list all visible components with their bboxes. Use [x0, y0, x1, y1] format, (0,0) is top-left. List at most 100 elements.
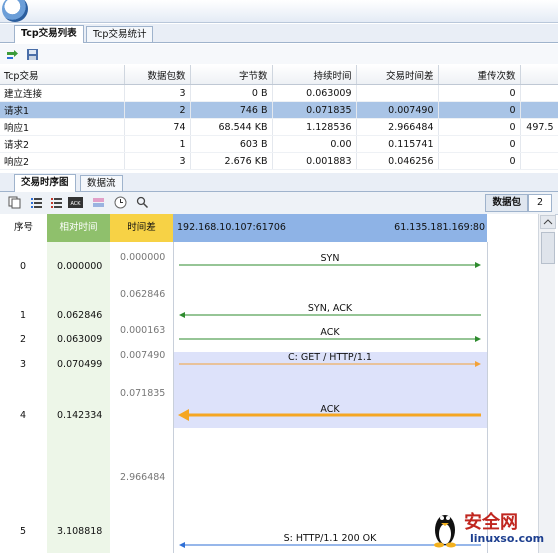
relative-time: 0.062846	[57, 310, 103, 321]
cell-transaction: 请求1	[0, 101, 125, 119]
syn-arrowhead	[475, 262, 481, 268]
cell-retrans: 0	[438, 84, 521, 102]
message-label: SYN, ACK	[308, 303, 353, 314]
packet-count-field[interactable]: 2	[528, 194, 552, 212]
time-delta: 0.007490	[120, 350, 166, 361]
table-row-selected[interactable]: 请求1 2 746 B 0.071835 0.007490 0	[0, 101, 558, 119]
col-header-packets[interactable]: 数据包数	[124, 65, 191, 85]
col-header-retransmissions[interactable]: 重传次数	[438, 65, 521, 85]
title-strip	[0, 0, 558, 23]
cell-delta: 0.007490	[356, 101, 439, 119]
cell-packets: 2	[124, 101, 191, 119]
sequence-toolbar: ACK 数据包 2	[0, 192, 558, 215]
cell-retrans: 0	[438, 118, 521, 136]
syn-ack-arrowhead	[179, 312, 185, 318]
col-header-extra[interactable]	[520, 65, 558, 85]
ack-filter-icon[interactable]: ACK	[68, 196, 83, 209]
numbered-list-icon[interactable]	[50, 196, 63, 209]
cell-extra	[520, 135, 558, 153]
time-delta: 0.071835	[120, 388, 166, 399]
col-header-transaction[interactable]: Tcp交易	[0, 65, 125, 85]
penguin-logo-icon	[434, 515, 456, 548]
clock-icon[interactable]	[114, 196, 127, 209]
watermark-title: 安全网	[464, 512, 518, 533]
ack-arrowhead	[475, 336, 481, 342]
col-header-transaction-delta[interactable]: 交易时间差	[356, 65, 439, 85]
cell-extra	[520, 101, 558, 119]
ack-response-arrowhead	[178, 409, 189, 421]
table-row[interactable]: 请求2 1 603 B 0.00 0.115741 0	[0, 135, 558, 153]
tab-sequence-diagram[interactable]: 交易时序图	[14, 174, 76, 192]
cell-extra: 497.5	[520, 118, 558, 136]
cell-bytes: 68.544 KB	[190, 118, 273, 136]
table-row[interactable]: 响应2 3 2.676 KB 0.001883 0.046256 0	[0, 152, 558, 170]
cell-bytes: 0 B	[190, 84, 273, 102]
relative-time: 3.108818	[57, 526, 103, 537]
cell-bytes: 603 B	[190, 135, 273, 153]
cell-bytes: 746 B	[190, 101, 273, 119]
export-icon[interactable]	[6, 48, 19, 61]
time-delta: 0.062846	[120, 289, 166, 300]
header-sequence-number: 序号	[0, 214, 47, 242]
cell-delta: 2.966484	[356, 118, 439, 136]
table-row[interactable]: 建立连接 3 0 B 0.063009 0	[0, 84, 558, 102]
color-marker-icon[interactable]	[92, 196, 105, 209]
time-delta: 0.000163	[120, 325, 166, 336]
list-icon[interactable]	[30, 196, 43, 209]
tab-tcp-transaction-list[interactable]: Tcp交易列表	[14, 25, 84, 43]
http-response-arrowhead	[179, 542, 185, 548]
seq-number: 0	[20, 261, 27, 272]
cell-packets: 1	[124, 135, 191, 153]
seq-number: 1	[20, 310, 27, 321]
message-label: ACK	[320, 404, 340, 415]
table-row[interactable]: 响应1 74 68.544 KB 1.128536 2.966484 0 497…	[0, 118, 558, 136]
cell-transaction: 响应2	[0, 152, 125, 170]
copy-icon[interactable]	[8, 196, 21, 209]
header-relative-time: 相对时间	[47, 214, 110, 242]
search-icon[interactable]	[136, 196, 149, 209]
cell-extra	[520, 152, 558, 170]
cell-duration: 0.00	[272, 135, 357, 153]
cell-delta: 0.115741	[356, 135, 439, 153]
relative-time: 0.142334	[57, 410, 103, 421]
top-tab-bar: Tcp交易列表 Tcp交易统计	[0, 24, 558, 43]
message-label: ACK	[320, 327, 340, 338]
cell-packets: 3	[124, 84, 191, 102]
tab-data-stream[interactable]: 数据流	[80, 175, 123, 191]
get-request-arrowhead	[475, 361, 481, 367]
watermark-url: linuxso.com	[470, 532, 545, 545]
col-header-duration[interactable]: 持续时间	[272, 65, 357, 85]
host-client: 192.168.10.107:61706	[177, 222, 286, 233]
relative-time: 0.000000	[57, 261, 103, 272]
scroll-thumb[interactable]	[541, 232, 555, 264]
cell-duration: 0.063009	[272, 84, 357, 102]
relative-time: 0.070499	[57, 359, 103, 370]
cell-delta	[356, 84, 439, 102]
host-server: 61.135.181.169:80	[394, 222, 485, 233]
message-label: S: HTTP/1.1 200 OK	[284, 533, 378, 544]
cell-packets: 3	[124, 152, 191, 170]
time-delta: 2.966484	[120, 472, 166, 483]
seq-number: 5	[20, 526, 27, 537]
cell-retrans: 0	[438, 135, 521, 153]
scroll-up-button[interactable]	[540, 215, 556, 229]
cell-delta: 0.046256	[356, 152, 439, 170]
save-icon[interactable]	[26, 48, 39, 61]
message-label: SYN	[321, 253, 340, 264]
cell-bytes: 2.676 KB	[190, 152, 273, 170]
seq-number: 3	[20, 359, 27, 370]
cell-duration: 0.001883	[272, 152, 357, 170]
chevron-up-icon	[543, 219, 553, 225]
cell-duration: 1.128536	[272, 118, 357, 136]
tab-tcp-transaction-stats[interactable]: Tcp交易统计	[86, 26, 154, 42]
cell-retrans: 0	[438, 101, 521, 119]
table-header-row: Tcp交易 数据包数 字节数 持续时间 交易时间差 重传次数	[0, 65, 558, 85]
packet-count-label: 数据包	[485, 194, 528, 212]
header-hosts: 192.168.10.107:61706 61.135.181.169:80	[173, 214, 487, 242]
cell-retrans: 0	[438, 152, 521, 170]
bottom-tab-bar: 交易时序图 数据流	[0, 173, 558, 192]
seq-number: 4	[20, 410, 27, 421]
col-header-bytes[interactable]: 字节数	[190, 65, 273, 85]
message-label: C: GET / HTTP/1.1	[288, 352, 372, 363]
relative-time: 0.063009	[57, 334, 103, 345]
